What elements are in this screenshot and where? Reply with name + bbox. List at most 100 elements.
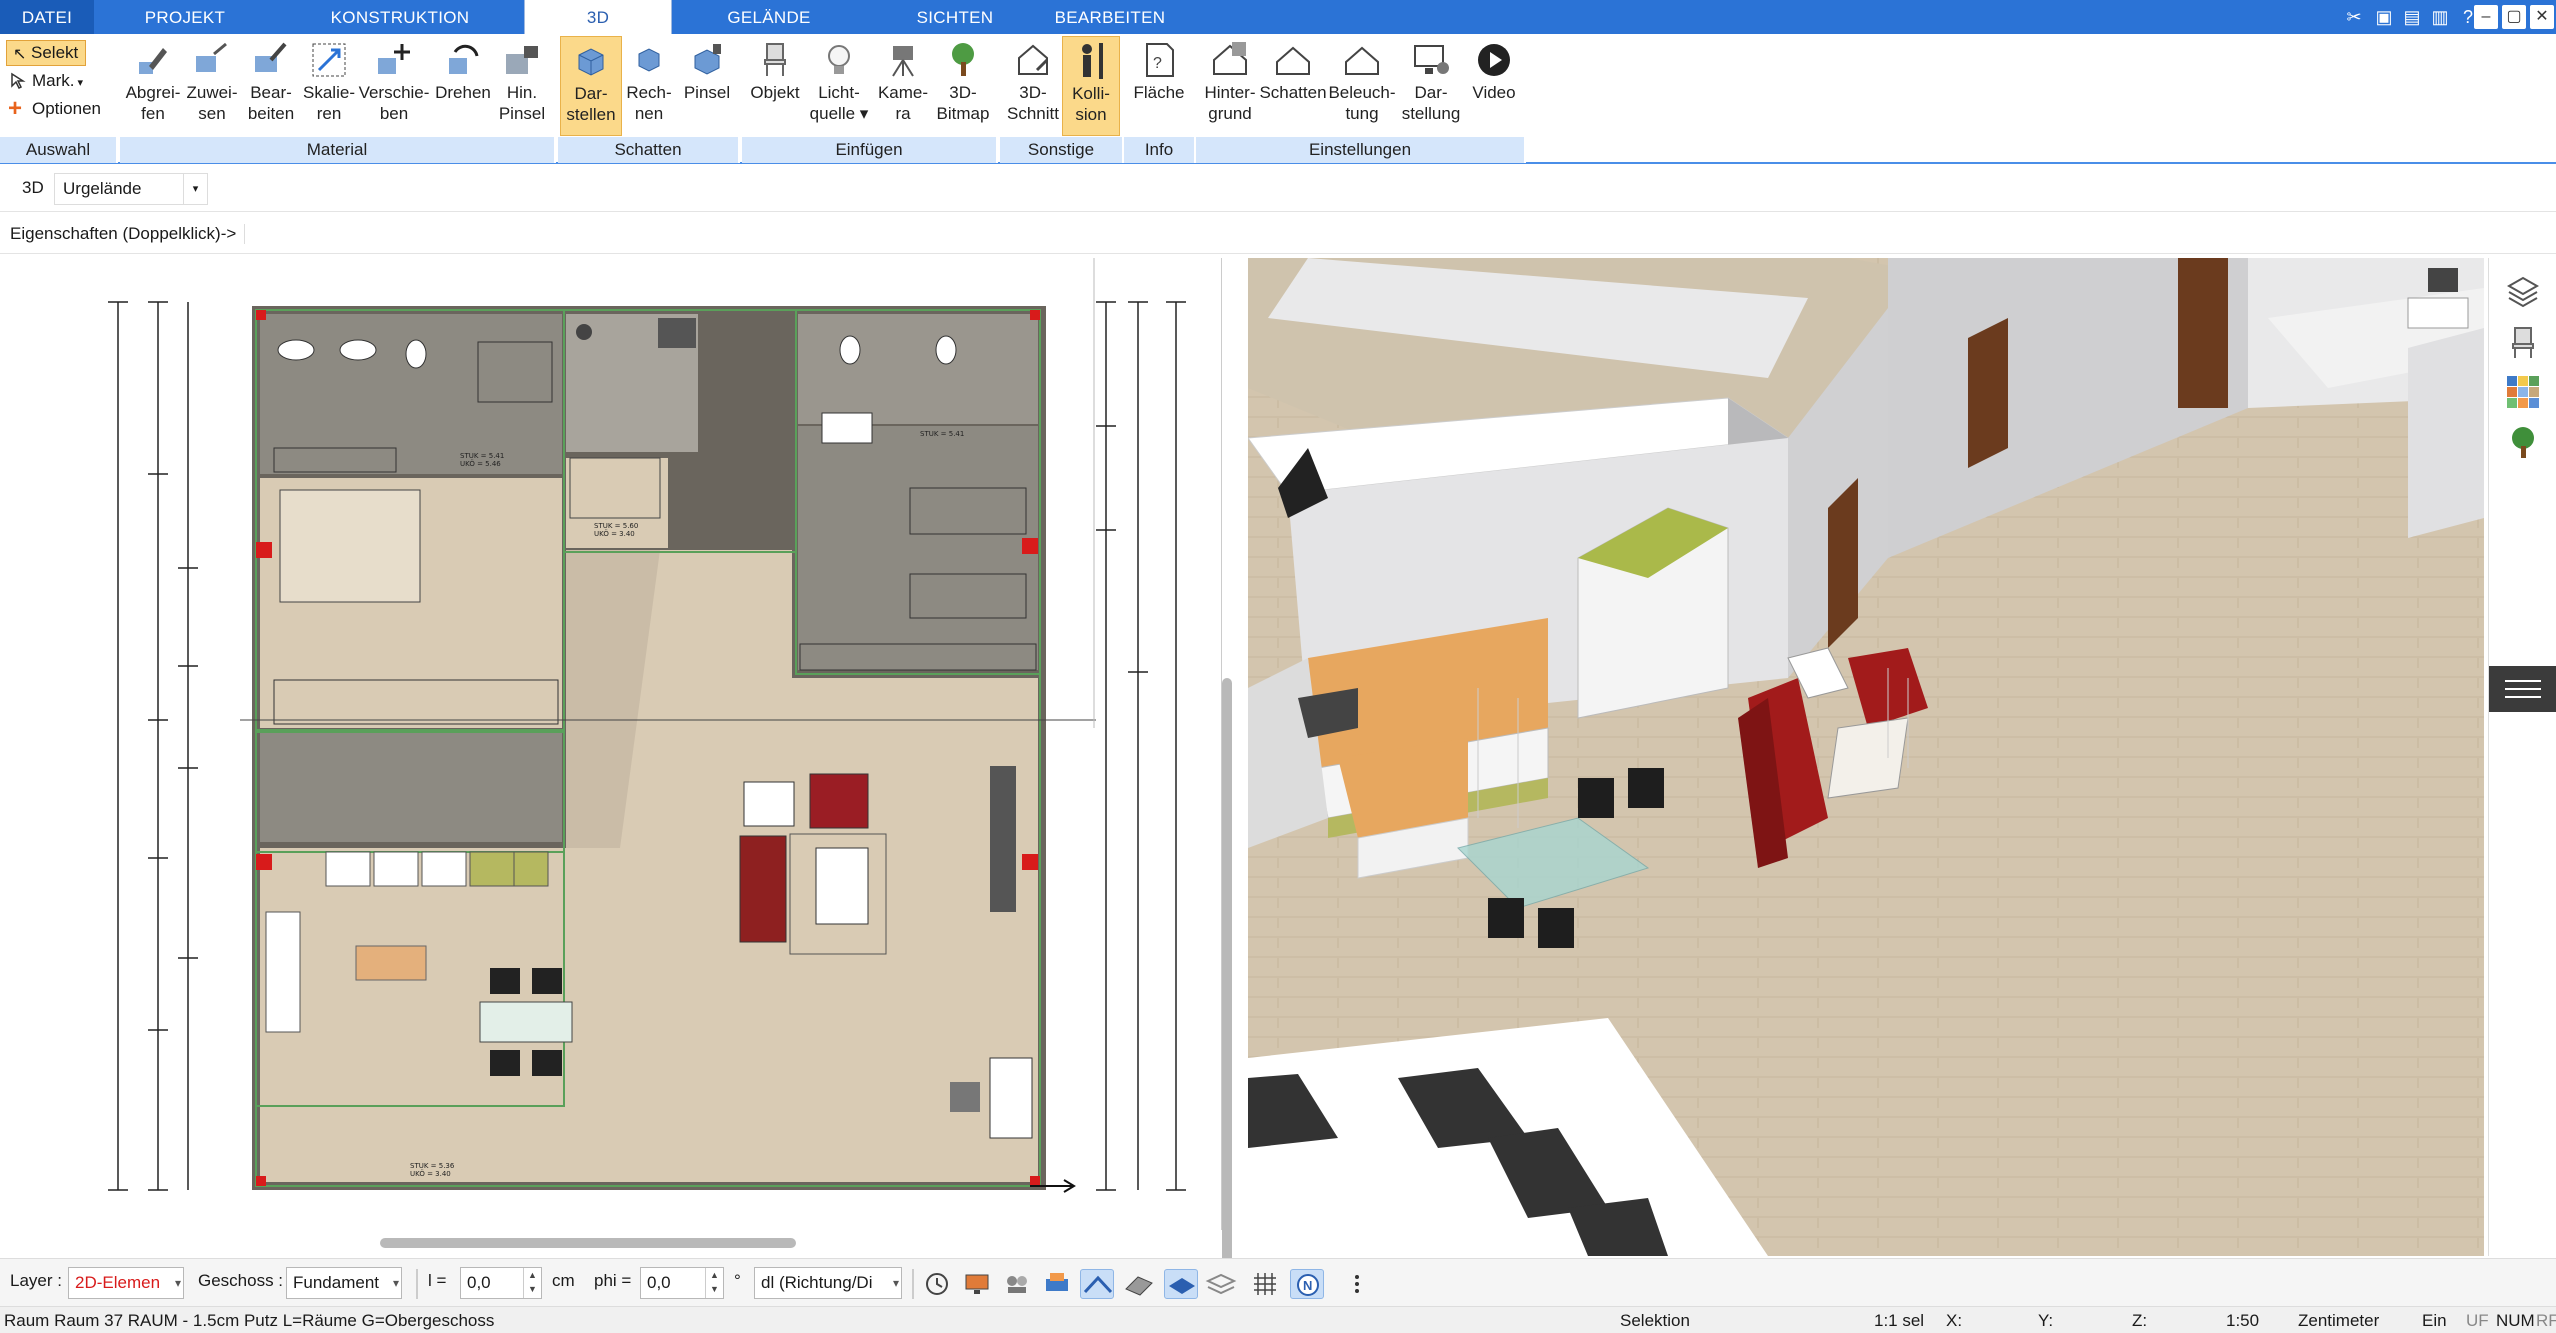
geschoss-select[interactable]: Fundament ▾ xyxy=(286,1267,402,1299)
shadow-cube-icon xyxy=(578,48,604,76)
darstellung-button[interactable]: Dar-stellung xyxy=(1396,36,1466,136)
bathroom-floor xyxy=(260,314,562,474)
room-label: UKÖ = 3.40 xyxy=(410,1169,451,1178)
verschieben-button[interactable]: Verschie-ben xyxy=(356,36,432,136)
spinner-icon[interactable]: ▲ ▼ xyxy=(523,1268,541,1298)
tab-bearbeiten[interactable]: BEARBEITEN xyxy=(1040,0,1180,34)
schatten-einstellung-button[interactable]: Schatten xyxy=(1258,36,1328,136)
layer-select[interactable]: 2D-Elemen ▾ xyxy=(68,1267,184,1299)
tab-datei[interactable]: DATEI xyxy=(0,0,94,34)
schatten-rechnen-button[interactable]: Rech-nen xyxy=(620,36,678,136)
group-icon[interactable] xyxy=(1000,1269,1034,1299)
palette-icon[interactable]: ▤ xyxy=(2400,5,2424,29)
beleuchtung-button[interactable]: Beleuch-tung xyxy=(1326,36,1398,136)
corridor-floor xyxy=(260,732,562,842)
video-button[interactable]: Video xyxy=(1464,36,1524,136)
hatch-icon[interactable] xyxy=(1122,1269,1156,1299)
length-input[interactable]: 0,0 ▲ ▼ xyxy=(460,1267,542,1299)
terrain-select[interactable]: Urgelände ▾ xyxy=(54,173,208,205)
chevron-down-icon: ▾ xyxy=(892,1276,899,1290)
room-label: STUK = 5.60 xyxy=(594,522,638,530)
print-icon[interactable] xyxy=(1040,1269,1074,1299)
layers-icon[interactable] xyxy=(2505,274,2541,310)
close-icon[interactable]: ✕ xyxy=(2530,5,2554,29)
group-label-sonstige: Sonstige xyxy=(1000,137,1124,163)
lighting-house-icon xyxy=(1345,46,1379,75)
layer-label: Layer : xyxy=(10,1271,62,1290)
lichtquelle-button[interactable]: Licht-quelle ▾ xyxy=(806,36,872,136)
3d-canvas[interactable] xyxy=(1248,258,2484,1256)
north-icon[interactable]: N xyxy=(1290,1269,1324,1299)
properties-hint[interactable]: Eigenschaften (Doppelklick)-> xyxy=(10,224,246,244)
tab-projekt[interactable]: PROJEKT xyxy=(120,0,250,34)
schatten-pinsel-button[interactable]: Pinsel xyxy=(678,36,736,136)
plants-icon[interactable] xyxy=(2505,424,2541,460)
tab-3d[interactable]: 3D xyxy=(524,0,672,34)
flaeche-button[interactable]: ? Fläche xyxy=(1126,36,1192,136)
clock-icon[interactable] xyxy=(920,1269,954,1299)
schatten-darstellen-button[interactable]: Dar-stellen xyxy=(560,36,622,136)
drehen-button[interactable]: Drehen xyxy=(428,36,498,136)
tools-icon[interactable]: ✂ xyxy=(2342,5,2366,29)
rotate-icon xyxy=(449,44,479,74)
pipette-icon xyxy=(139,48,167,74)
minimize-icon[interactable]: – xyxy=(2474,5,2498,29)
abgreifen-button[interactable]: Abgrei-fen xyxy=(120,36,186,136)
3d-schnitt-button[interactable]: 3D- Schnitt xyxy=(1000,36,1066,136)
select-button[interactable]: ↖ Selekt xyxy=(6,40,86,66)
wall-right xyxy=(2408,328,2484,538)
section-house-icon xyxy=(1018,44,1049,75)
layers-stack-icon[interactable] xyxy=(1204,1269,1238,1299)
collapse-panel-button[interactable] xyxy=(2489,666,2556,712)
window-icon[interactable]: ▣ xyxy=(2372,5,2396,29)
tab-sichten[interactable]: SICHTEN xyxy=(890,0,1020,34)
phi-input[interactable]: 0,0 ▲ ▼ xyxy=(640,1267,724,1299)
bed xyxy=(279,489,421,603)
materials-icon[interactable] xyxy=(2505,374,2541,410)
tab-konstruktion[interactable]: KONSTRUKTION xyxy=(320,0,480,34)
mark-button[interactable]: Mark. ▾ xyxy=(8,68,83,94)
chair-catalog-icon[interactable] xyxy=(2505,324,2541,360)
hintergrund-button[interactable]: Hinter-grund xyxy=(1198,36,1262,136)
chair-4 xyxy=(532,1050,562,1076)
layer-plane-icon[interactable] xyxy=(1164,1269,1198,1299)
3d-view[interactable] xyxy=(1248,258,2484,1256)
layout-icon[interactable]: ▥ xyxy=(2428,5,2452,29)
chevron-down-icon: ▾ xyxy=(183,174,207,204)
more-options-icon[interactable] xyxy=(1340,1269,1374,1299)
options-button[interactable]: + Optionen xyxy=(8,96,101,122)
mark-icon xyxy=(11,72,26,90)
direction-select[interactable]: dl (Richtung/Di ▾ xyxy=(754,1267,902,1299)
office-desk xyxy=(2407,297,2469,329)
desk-chair xyxy=(950,1082,980,1112)
tab-gelaende[interactable]: GELÄNDE xyxy=(704,0,834,34)
floorplan-view[interactable]: STUK = 5.41 UKÖ = 5.46 STUK = 5.60 UKÖ =… xyxy=(0,258,1232,1306)
spinner-icon[interactable]: ▲ ▼ xyxy=(705,1268,723,1298)
status-unit: Zentimeter xyxy=(2298,1311,2380,1330)
objekt-button[interactable]: Objekt xyxy=(744,36,806,136)
vertical-scrollbar[interactable] xyxy=(1222,678,1232,1306)
kamera-button[interactable]: Kame-ra xyxy=(872,36,934,136)
group-label-einfuegen: Einfügen xyxy=(742,137,998,163)
floorplan-canvas[interactable]: STUK = 5.41 UKÖ = 5.46 STUK = 5.60 UKÖ =… xyxy=(0,258,1222,1230)
grid-icon[interactable] xyxy=(1248,1269,1282,1299)
restore-icon[interactable]: ▢ xyxy=(2502,5,2526,29)
group-label-schatten: Schatten xyxy=(558,137,740,163)
armchair-plan xyxy=(809,773,869,829)
horizontal-scrollbar[interactable] xyxy=(380,1238,796,1248)
roof-icon[interactable] xyxy=(1080,1269,1114,1299)
bearbeiten-button[interactable]: Bear-beiten xyxy=(238,36,304,136)
tv-board xyxy=(990,766,1016,912)
skalieren-button[interactable]: Skalie-ren xyxy=(298,36,360,136)
lightbulb-icon xyxy=(828,45,850,74)
hin-pinsel-button[interactable]: Hin. Pinsel xyxy=(494,36,550,136)
tree-icon xyxy=(952,43,974,76)
kollision-button[interactable]: Kolli-sion xyxy=(1062,36,1120,136)
zuweisen-button[interactable]: Zuwei-sen xyxy=(180,36,244,136)
brush-icon xyxy=(506,46,538,74)
status-mode: Selektion xyxy=(1620,1311,1690,1330)
screen-icon[interactable] xyxy=(960,1269,994,1299)
calc-shadow-icon xyxy=(638,48,660,72)
3d-bitmap-button[interactable]: 3D- Bitmap xyxy=(932,36,994,136)
side-table-plan xyxy=(743,781,795,827)
